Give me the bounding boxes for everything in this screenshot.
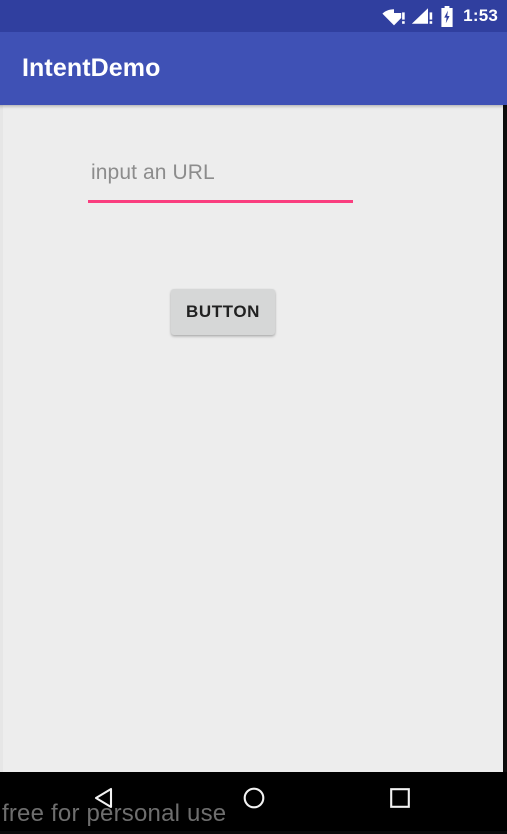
- status-icon-group: 1:53: [382, 0, 498, 32]
- device-screen: 1:53 IntentDemo input an URL BUTTON free…: [0, 0, 507, 834]
- nav-home-button[interactable]: [199, 772, 309, 828]
- content-area: input an URL BUTTON: [0, 105, 507, 772]
- back-triangle-icon: [92, 785, 118, 816]
- home-circle-icon: [241, 785, 267, 816]
- wifi-alert-icon: [382, 7, 406, 26]
- url-input-placeholder: input an URL: [91, 161, 215, 184]
- submit-button[interactable]: BUTTON: [171, 289, 275, 335]
- battery-charging-icon: [440, 5, 454, 27]
- recents-square-icon: [387, 785, 413, 816]
- status-bar: 1:53: [0, 0, 507, 32]
- app-title: IntentDemo: [22, 54, 161, 82]
- nav-recents-button[interactable]: [345, 772, 455, 828]
- nav-back-button[interactable]: [50, 772, 160, 828]
- url-input-field[interactable]: input an URL: [88, 161, 353, 203]
- app-bar: IntentDemo: [0, 32, 507, 105]
- cellular-alert-icon: [411, 7, 435, 26]
- status-clock: 1:53: [463, 6, 498, 25]
- navigation-bar: [0, 772, 507, 834]
